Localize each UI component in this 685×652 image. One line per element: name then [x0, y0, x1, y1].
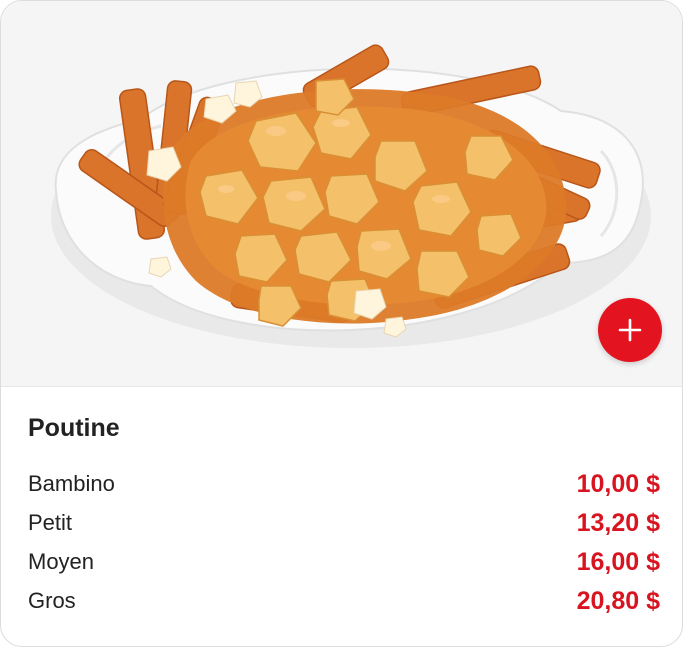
size-price-row[interactable]: Bambino 10,00 $: [28, 467, 660, 506]
size-label: Gros: [28, 588, 76, 613]
product-card[interactable]: Poutine Bambino 10,00 $ Petit 13,20 $ Mo…: [0, 0, 683, 647]
size-price-list: Bambino 10,00 $ Petit 13,20 $ Moyen 16,0…: [28, 467, 660, 623]
size-price-row[interactable]: Gros 20,80 $: [28, 584, 660, 623]
size-label: Moyen: [28, 549, 95, 574]
size-label: Bambino: [28, 471, 115, 496]
poutine-photo: [51, 44, 651, 348]
add-to-cart-button[interactable]: [598, 298, 662, 362]
size-price: 13,20 $: [576, 509, 660, 537]
size-price: 10,00 $: [576, 470, 660, 498]
size-label: Petit: [28, 510, 73, 535]
size-price-row[interactable]: Petit 13,20 $: [28, 506, 660, 545]
product-image: [1, 1, 682, 387]
size-price-row[interactable]: Moyen 16,00 $: [28, 545, 660, 584]
size-price: 20,80 $: [576, 587, 660, 615]
size-price: 16,00 $: [576, 548, 660, 576]
plus-icon: [618, 318, 642, 342]
product-title: Poutine: [28, 414, 120, 442]
